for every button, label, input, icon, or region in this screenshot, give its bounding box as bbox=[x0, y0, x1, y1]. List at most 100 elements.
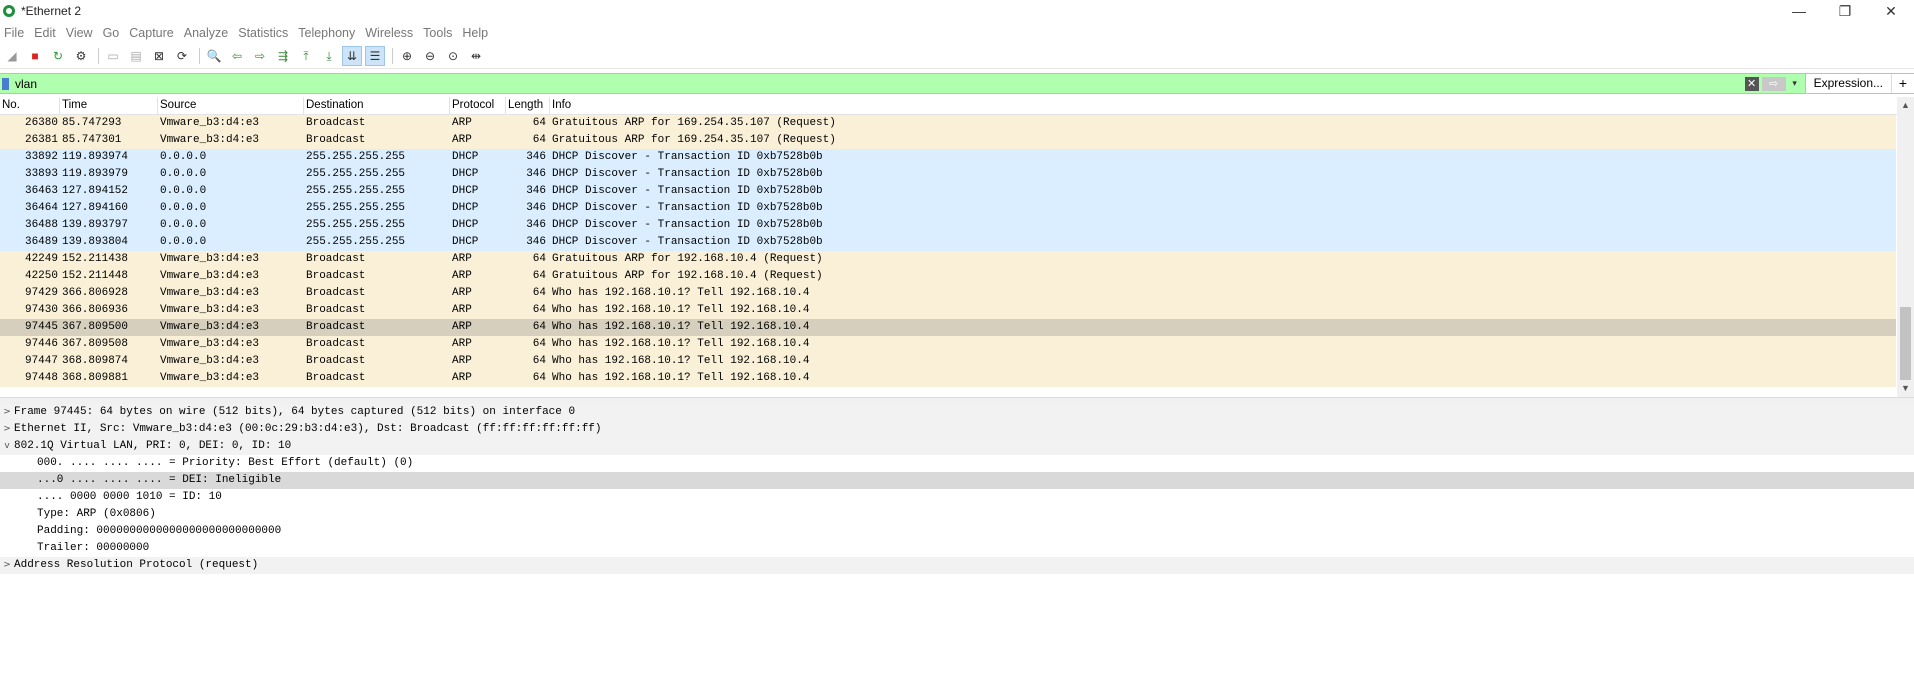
detail-row[interactable]: .... 0000 0000 1010 = ID: 10 bbox=[0, 489, 1914, 506]
stop-capture-icon[interactable]: ■ bbox=[25, 46, 45, 66]
packet-row[interactable]: 33893 119.893979 0.0.0.0 255.255.255.255 DHC… bbox=[0, 166, 1896, 183]
menu-statistics[interactable]: Statistics bbox=[236, 26, 296, 40]
packet-row[interactable]: 97448 368.809881 Vmware_b3:d4:e3 Broadcast A… bbox=[0, 370, 1896, 387]
column-header-source[interactable]: Source bbox=[158, 97, 304, 114]
close-file-icon[interactable]: ⊠ bbox=[149, 46, 169, 66]
packet-row[interactable]: 36463 127.894152 0.0.0.0 255.255.255.255 DHC… bbox=[0, 183, 1896, 200]
packet-row[interactable]: 97447 368.809874 Vmware_b3:d4:e3 Broadcast A… bbox=[0, 353, 1896, 370]
packet-row[interactable]: 97430 366.806936 Vmware_b3:d4:e3 Broadcast A… bbox=[0, 302, 1896, 319]
packet-row[interactable]: 26381 85.747301 Vmware_b3:d4:e3 Broadcast AR… bbox=[0, 132, 1896, 149]
colorize-icon[interactable]: ☰ bbox=[365, 46, 385, 66]
packet-cell-len: 346 bbox=[526, 168, 546, 180]
expression-button[interactable]: Expression... bbox=[1804, 74, 1891, 93]
add-filter-button[interactable]: + bbox=[1891, 74, 1914, 93]
packet-cell-dst: Broadcast bbox=[306, 355, 366, 367]
column-header-info[interactable]: Info bbox=[550, 97, 1914, 114]
go-last-icon[interactable]: ⤓ bbox=[319, 46, 339, 66]
column-header-time[interactable]: Time bbox=[60, 97, 158, 114]
scrollbar-thumb[interactable] bbox=[1900, 307, 1911, 380]
auto-scroll-icon[interactable]: ⇊ bbox=[342, 46, 362, 66]
packet-row[interactable]: 42250 152.211448 Vmware_b3:d4:e3 Broadcast A… bbox=[0, 268, 1896, 285]
packet-cell-proto: ARP bbox=[452, 321, 472, 333]
packet-row[interactable]: 36488 139.893797 0.0.0.0 255.255.255.255 DHC… bbox=[0, 217, 1896, 234]
menu-file[interactable]: File bbox=[2, 26, 32, 40]
detail-row[interactable]: Type: ARP (0x0806) bbox=[0, 506, 1914, 523]
menu-capture[interactable]: Capture bbox=[127, 26, 181, 40]
packet-cell-dst: 255.255.255.255 bbox=[306, 236, 406, 248]
restart-capture-icon[interactable]: ↻ bbox=[48, 46, 68, 66]
packet-cell-src: 0.0.0.0 bbox=[160, 168, 207, 180]
resize-columns-icon[interactable]: ⇹ bbox=[466, 46, 486, 66]
packet-list-header: No. Time Source Destination Protocol Len… bbox=[0, 97, 1914, 115]
menu-view[interactable]: View bbox=[64, 26, 101, 40]
zoom-in-icon[interactable]: ⊕ bbox=[397, 46, 417, 66]
close-button[interactable]: ✕ bbox=[1868, 0, 1914, 22]
zoom-out-icon[interactable]: ⊖ bbox=[420, 46, 440, 66]
display-filter-input[interactable] bbox=[15, 75, 1745, 92]
packet-cell-src: Vmware_b3:d4:e3 bbox=[160, 287, 260, 299]
reload-file-icon[interactable]: ⟳ bbox=[172, 46, 192, 66]
restore-button[interactable]: ❐ bbox=[1822, 0, 1868, 22]
expand-arrow-icon[interactable]: > bbox=[0, 557, 14, 574]
packet-row[interactable]: 36489 139.893804 0.0.0.0 255.255.255.255 DHC… bbox=[0, 234, 1896, 251]
packet-list-scrollbar[interactable]: ▲ ▼ bbox=[1897, 97, 1914, 397]
scroll-down-arrow-icon[interactable]: ▼ bbox=[1897, 380, 1914, 397]
packet-cell-proto: ARP bbox=[452, 270, 472, 282]
column-header-protocol[interactable]: Protocol bbox=[450, 97, 506, 114]
apply-filter-icon[interactable]: ⇨ bbox=[1761, 76, 1786, 91]
detail-row[interactable]: Padding: 0000000000000000000000000000 bbox=[0, 523, 1914, 540]
scroll-up-arrow-icon[interactable]: ▲ bbox=[1897, 97, 1914, 114]
go-first-icon[interactable]: ⤒ bbox=[296, 46, 316, 66]
packet-row[interactable]: 97446 367.809508 Vmware_b3:d4:e3 Broadcast A… bbox=[0, 336, 1896, 353]
column-header-destination[interactable]: Destination bbox=[304, 97, 450, 114]
find-packet-icon[interactable]: 🔍 bbox=[204, 46, 224, 66]
menu-telephony[interactable]: Telephony bbox=[296, 26, 363, 40]
detail-row-selected[interactable]: ...0 .... .... .... = DEI: Ineligible bbox=[0, 472, 1914, 489]
clear-filter-icon[interactable]: ✕ bbox=[1744, 76, 1759, 91]
bookmark-icon[interactable] bbox=[2, 77, 9, 90]
collapse-arrow-icon[interactable]: v bbox=[0, 438, 14, 455]
detail-row[interactable]: > Address Resolution Protocol (request) bbox=[0, 557, 1914, 574]
menu-go[interactable]: Go bbox=[101, 26, 128, 40]
packet-row[interactable]: 97429 366.806928 Vmware_b3:d4:e3 Broadcast A… bbox=[0, 285, 1896, 302]
go-to-packet-icon[interactable]: ⇶ bbox=[273, 46, 293, 66]
packet-row-selected[interactable]: 97445 367.809500 Vmware_b3:d4:e3 Broadcast A… bbox=[0, 319, 1896, 336]
filter-history-dropdown-icon[interactable]: ▾ bbox=[1789, 78, 1801, 89]
open-file-icon[interactable]: ▭ bbox=[103, 46, 123, 66]
detail-row[interactable]: v 802.1Q Virtual LAN, PRI: 0, DEI: 0, ID:… bbox=[0, 438, 1914, 455]
packet-row[interactable]: 42249 152.211438 Vmware_b3:d4:e3 Broadcast A… bbox=[0, 251, 1896, 268]
expand-arrow-icon[interactable]: > bbox=[0, 421, 14, 438]
packet-cell-src: Vmware_b3:d4:e3 bbox=[160, 304, 260, 316]
detail-row[interactable]: 000. .... .... .... = Priority: Best Eff… bbox=[0, 455, 1914, 472]
minimize-button[interactable]: — bbox=[1776, 0, 1822, 22]
menu-edit[interactable]: Edit bbox=[32, 26, 64, 40]
menu-wireless[interactable]: Wireless bbox=[363, 26, 421, 40]
packet-cell-proto: DHCP bbox=[452, 185, 479, 197]
start-capture-icon[interactable]: ◢ bbox=[2, 46, 22, 66]
go-forward-icon[interactable]: ⇨ bbox=[250, 46, 270, 66]
packet-row[interactable]: 36464 127.894160 0.0.0.0 255.255.255.255 DHC… bbox=[0, 200, 1896, 217]
menu-tools[interactable]: Tools bbox=[421, 26, 460, 40]
normal-size-icon[interactable]: ⊙ bbox=[443, 46, 463, 66]
packet-cell-src: Vmware_b3:d4:e3 bbox=[160, 372, 260, 384]
go-back-icon[interactable]: ⇦ bbox=[227, 46, 247, 66]
packet-cell-no: 36463 bbox=[24, 185, 58, 197]
expand-arrow-icon[interactable]: > bbox=[0, 404, 14, 421]
menu-help[interactable]: Help bbox=[460, 26, 496, 40]
packet-cell-len: 64 bbox=[532, 117, 546, 129]
packet-cell-time: 366.806928 bbox=[62, 287, 129, 299]
packet-row[interactable]: 26380 85.747293 Vmware_b3:d4:e3 Broadcast AR… bbox=[0, 115, 1896, 132]
packet-cell-proto: DHCP bbox=[452, 202, 479, 214]
packet-cell-len: 346 bbox=[526, 219, 546, 231]
detail-row[interactable]: > Frame 97445: 64 bytes on wire (512 bits… bbox=[0, 404, 1914, 421]
detail-row[interactable]: Trailer: 00000000 bbox=[0, 540, 1914, 557]
capture-options-icon[interactable]: ⚙ bbox=[71, 46, 91, 66]
column-header-length[interactable]: Length bbox=[506, 97, 550, 114]
save-file-icon[interactable]: ▤ bbox=[126, 46, 146, 66]
packet-cell-src: Vmware_b3:d4:e3 bbox=[160, 338, 260, 350]
menu-analyze[interactable]: Analyze bbox=[182, 26, 236, 40]
detail-row[interactable]: > Ethernet II, Src: Vmware_b3:d4:e3 (00:0… bbox=[0, 421, 1914, 438]
column-header-no[interactable]: No. bbox=[0, 97, 60, 114]
packet-row[interactable]: 33892 119.893974 0.0.0.0 255.255.255.255 DHC… bbox=[0, 149, 1896, 166]
packet-cell-len: 64 bbox=[532, 287, 546, 299]
